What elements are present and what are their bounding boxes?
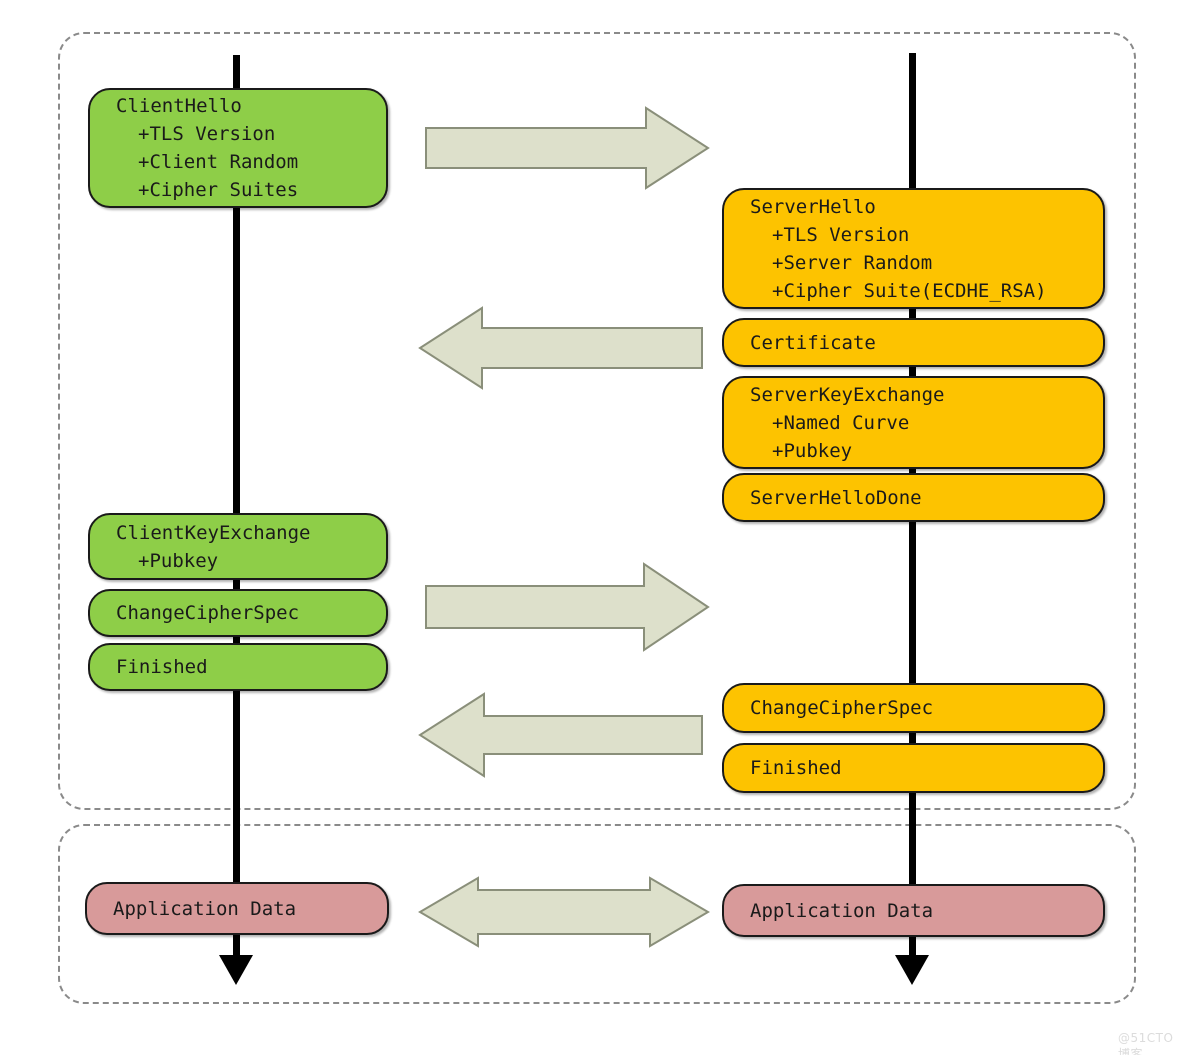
message-box-client-hello[interactable]: ClientHello +TLS Version +Client Random … [88,88,388,208]
message-line: +Pubkey [772,439,853,462]
arrow-client-key-exchange-group [424,562,710,652]
message-box-server-application-data[interactable]: Application Data [722,884,1105,937]
message-line: ClientKeyExchange [116,521,311,544]
message-line: +Named Curve [772,411,910,434]
message-box-client-key-exchange[interactable]: ClientKeyExchange +Pubkey [88,513,388,580]
message-box-client-application-data[interactable]: Application Data [85,882,389,935]
arrow-client-hello [424,106,710,190]
message-line: ChangeCipherSpec [116,602,300,624]
message-line: ServerHelloDone [750,486,922,509]
message-line: Finished [750,757,842,779]
tls-handshake-diagram: ClientHello +TLS Version +Client Random … [0,0,1184,1055]
message-line: ChangeCipherSpec [750,697,934,719]
watermark: @51CTO博客 [1118,1031,1174,1055]
message-line: ServerHello [750,195,876,218]
message-line: +Client Random [138,151,299,173]
arrow-server-hello-group [418,306,704,390]
message-line: +TLS Version [138,123,276,145]
message-box-server-hello[interactable]: ServerHello +TLS Version +Server Random … [722,188,1105,309]
message-line: +Server Random [772,251,933,274]
message-box-server-hello-done[interactable]: ServerHelloDone [722,473,1105,522]
message-line: +TLS Version [772,223,910,246]
client-timeline-arrowhead [219,955,253,985]
server-timeline-arrowhead [895,955,929,985]
message-line: Application Data [750,899,934,922]
message-line: Application Data [113,897,297,920]
arrow-application-data [418,876,710,948]
message-line: +Cipher Suites [138,179,299,201]
message-box-client-change-cipher-spec[interactable]: ChangeCipherSpec [88,589,388,637]
message-box-server-change-cipher-spec[interactable]: ChangeCipherSpec [722,683,1105,733]
message-line: ServerKeyExchange [750,383,945,406]
message-line: Certificate [750,331,876,354]
message-line: +Pubkey [138,549,219,572]
message-box-server-key-exchange[interactable]: ServerKeyExchange +Named Curve +Pubkey [722,376,1105,469]
message-box-client-finished[interactable]: Finished [88,643,388,691]
message-box-certificate[interactable]: Certificate [722,318,1105,367]
message-box-server-finished[interactable]: Finished [722,743,1105,793]
message-line: ClientHello [116,95,242,117]
message-line: Finished [116,656,208,678]
arrow-server-finished-group [418,692,704,778]
message-line: +Cipher Suite(ECDHE_RSA) [772,279,1047,302]
